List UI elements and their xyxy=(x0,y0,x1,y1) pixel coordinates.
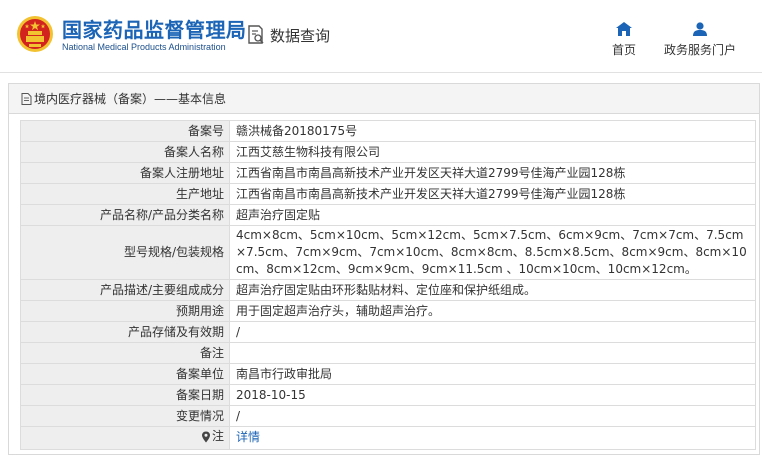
row-value: 南昌市行政审批局 xyxy=(229,363,756,385)
row-label: 备案人名称 xyxy=(20,141,230,163)
row-value: 江西省南昌市南昌高新技术产业开发区天祥大道2799号佳海产业园128栋 xyxy=(229,162,756,184)
document-search-icon xyxy=(248,25,264,44)
user-icon xyxy=(693,22,707,36)
row-label: 备案单位 xyxy=(20,363,230,385)
nav-service-portal-label: 政务服务门户 xyxy=(663,43,736,57)
row-value: 4cm×8cm、5cm×10cm、5cm×12cm、5cm×7.5cm、6cm×… xyxy=(229,225,756,280)
row-value: 赣洪械备20180175号 xyxy=(229,120,756,142)
panel-title: 境内医疗器械（备案）——基本信息 xyxy=(34,92,227,106)
home-icon xyxy=(616,22,632,36)
row-label: 备案人注册地址 xyxy=(20,162,230,184)
table-row: 产品存储及有效期 / xyxy=(20,321,756,343)
table-row: 备案人名称 江西艾慈生物科技有限公司 xyxy=(20,141,756,163)
note-label-wrap: 注 xyxy=(201,428,224,445)
table-row: 生产地址 江西省南昌市南昌高新技术产业开发区天祥大道2799号佳海产业园128栋 xyxy=(20,183,756,205)
row-label: 备注 xyxy=(20,342,230,364)
document-icon xyxy=(21,92,32,105)
agency-name-cn: 国家药品监督管理局 xyxy=(62,18,247,42)
nav-home-label: 首页 xyxy=(611,43,636,57)
row-value: 江西省南昌市南昌高新技术产业开发区天祥大道2799号佳海产业园128栋 xyxy=(229,183,756,205)
national-emblem-icon xyxy=(17,16,53,52)
basic-info-panel: 境内医疗器械（备案）——基本信息 备案号 赣洪械备20180175号 备案人名称… xyxy=(8,83,760,455)
table-row: 产品描述/主要组成成分 超声治疗固定贴由环形黏贴材料、定位座和保护纸组成。 xyxy=(20,279,756,301)
nav-service-portal[interactable]: 政务服务门户 xyxy=(660,22,740,58)
table-row: 产品名称/产品分类名称 超声治疗固定贴 xyxy=(20,204,756,226)
row-value: 详情 xyxy=(229,426,756,450)
row-value: / xyxy=(229,321,756,343)
row-value: 2018-10-15 xyxy=(229,384,756,406)
row-value: 超声治疗固定贴由环形黏贴材料、定位座和保护纸组成。 xyxy=(229,279,756,301)
row-label: 产品描述/主要组成成分 xyxy=(20,279,230,301)
table-row: 备案号 赣洪械备20180175号 xyxy=(20,120,756,142)
table-row: 型号规格/包装规格 4cm×8cm、5cm×10cm、5cm×12cm、5cm×… xyxy=(20,225,756,280)
data-query-label: 数据查询 xyxy=(270,26,331,45)
note-label-text: 注 xyxy=(211,429,224,443)
row-value: / xyxy=(229,405,756,427)
header-divider xyxy=(0,72,762,73)
row-label: 产品名称/产品分类名称 xyxy=(20,204,230,226)
table-row: 变更情况 / xyxy=(20,405,756,427)
basic-info-table: 备案号 赣洪械备20180175号 备案人名称 江西艾慈生物科技有限公司 备案人… xyxy=(20,120,756,450)
row-label: 备案日期 xyxy=(20,384,230,406)
row-value xyxy=(229,342,756,364)
nav-home[interactable]: 首页 xyxy=(606,22,642,58)
row-value: 用于固定超声治疗头，辅助超声治疗。 xyxy=(229,300,756,322)
row-label: 变更情况 xyxy=(20,405,230,427)
table-row: 注 详情 xyxy=(20,426,756,450)
site-header: 国家药品监督管理局 National Medical Products Admi… xyxy=(0,0,762,72)
row-label: 型号规格/包装规格 xyxy=(20,225,230,280)
row-label: 产品存储及有效期 xyxy=(20,321,230,343)
panel-heading: 境内医疗器械（备案）——基本信息 xyxy=(9,84,759,114)
details-link[interactable]: 详情 xyxy=(236,430,260,444)
table-row: 备案单位 南昌市行政审批局 xyxy=(20,363,756,385)
row-label: 备案号 xyxy=(20,120,230,142)
row-label-note: 注 xyxy=(20,426,230,450)
agency-name-en: National Medical Products Administration xyxy=(62,42,226,52)
table-row: 备注 xyxy=(20,342,756,364)
table-row: 备案人注册地址 江西省南昌市南昌高新技术产业开发区天祥大道2799号佳海产业园1… xyxy=(20,162,756,184)
row-label: 生产地址 xyxy=(20,183,230,205)
table-row: 预期用途 用于固定超声治疗头，辅助超声治疗。 xyxy=(20,300,756,322)
data-query-link[interactable]: 数据查询 xyxy=(246,24,330,46)
map-pin-icon xyxy=(201,431,210,442)
row-value: 超声治疗固定贴 xyxy=(229,204,756,226)
row-label: 预期用途 xyxy=(20,300,230,322)
row-value: 江西艾慈生物科技有限公司 xyxy=(229,141,756,163)
table-row: 备案日期 2018-10-15 xyxy=(20,384,756,406)
